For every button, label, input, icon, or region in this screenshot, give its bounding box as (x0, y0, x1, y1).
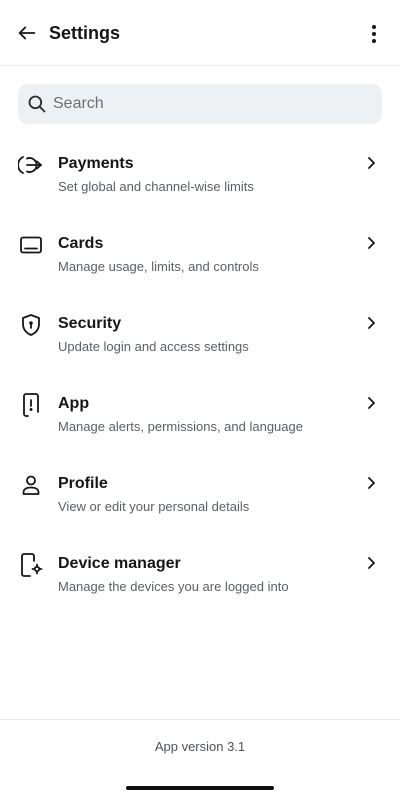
menu-item-subtitle: Manage the devices you are logged into (58, 579, 289, 594)
device-settings-icon (18, 552, 44, 578)
settings-screen: Settings Payments Set global and (0, 0, 400, 800)
user-icon (18, 472, 44, 498)
menu-item-subtitle: Set global and channel-wise limits (58, 179, 254, 194)
chevron-right-icon (368, 557, 375, 569)
more-options-button[interactable] (370, 21, 378, 47)
menu-item-title: App (58, 395, 90, 412)
chevron-right-icon (368, 477, 375, 489)
back-button[interactable] (14, 20, 40, 46)
page-title: Settings (49, 23, 121, 43)
menu-item-app[interactable]: App Manage alerts, permissions, and lang… (0, 392, 400, 472)
shield-icon (18, 312, 44, 338)
menu-item-profile[interactable]: Profile View or edit your personal detai… (0, 472, 400, 552)
chevron-right-icon (368, 237, 375, 249)
search-bar[interactable] (18, 84, 382, 124)
menu-item-security[interactable]: Security Update login and access setting… (0, 312, 400, 392)
home-indicator[interactable] (126, 786, 274, 790)
more-vertical-icon (372, 25, 376, 43)
menu-item-title: Device manager (58, 555, 181, 572)
menu-item-subtitle: Manage usage, limits, and controls (58, 259, 259, 274)
arrow-left-icon (18, 26, 36, 40)
menu-item-title: Profile (58, 475, 108, 492)
menu-item-title: Payments (58, 155, 134, 172)
menu-item-subtitle: Manage alerts, permissions, and language (58, 419, 303, 434)
menu-item-subtitle: View or edit your personal details (58, 499, 250, 514)
menu-item-subtitle: Update login and access settings (58, 339, 249, 354)
payments-icon (18, 152, 44, 178)
search-icon (28, 95, 46, 113)
search-input[interactable] (53, 84, 373, 124)
menu-item-title: Cards (58, 235, 104, 252)
menu-item-payments[interactable]: Payments Set global and channel-wise lim… (0, 152, 400, 232)
menu-item-device-manager[interactable]: Device manager Manage the devices you ar… (0, 552, 400, 632)
phone-alert-icon (18, 392, 44, 418)
menu-item-title: Security (58, 315, 122, 332)
app-version-text: App version 3.1 (154, 739, 246, 754)
chevron-right-icon (368, 397, 375, 409)
menu-item-cards[interactable]: Cards Manage usage, limits, and controls (0, 232, 400, 312)
card-icon (18, 232, 44, 258)
app-header: Settings (0, 0, 400, 66)
chevron-right-icon (368, 317, 375, 329)
chevron-right-icon (368, 157, 375, 169)
